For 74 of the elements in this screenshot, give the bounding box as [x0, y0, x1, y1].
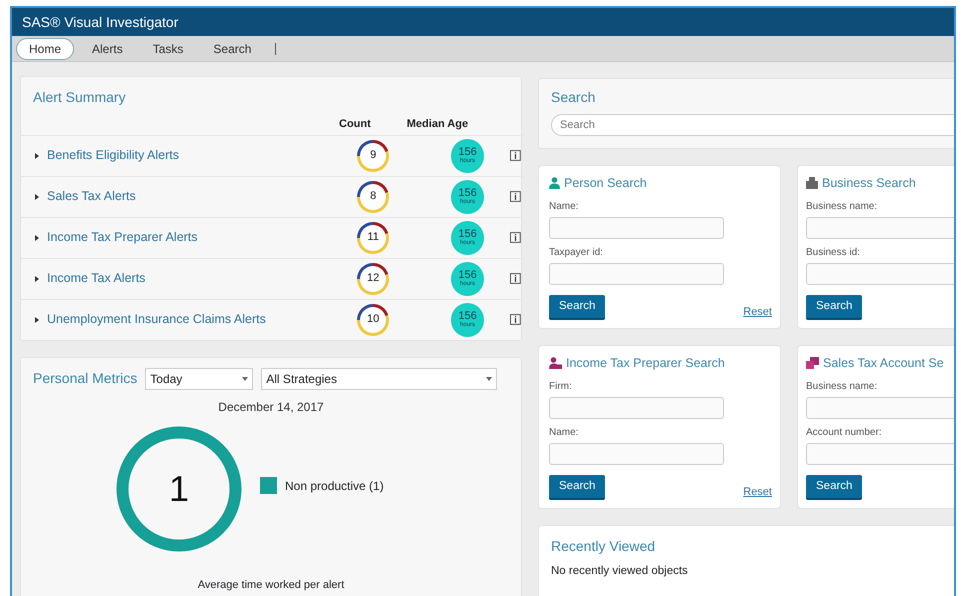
- strategy-dropdown[interactable]: All Strategies: [261, 368, 498, 390]
- field-label: Business id:: [806, 246, 861, 260]
- nav-tab[interactable]: Alerts: [80, 38, 135, 58]
- alert-link[interactable]: Unemployment Insurance Claims Alerts: [47, 310, 342, 329]
- input-field[interactable]: [549, 396, 724, 419]
- info-icon[interactable]: [510, 232, 522, 243]
- period-dropdown[interactable]: Today: [145, 368, 254, 390]
- card-title: Sales Tax Account Se: [823, 355, 944, 372]
- expand-icon[interactable]: [35, 194, 39, 200]
- person-icon: [549, 177, 560, 190]
- search-button[interactable]: Search: [549, 294, 606, 320]
- column-header: Median Age: [406, 117, 468, 132]
- reset-link[interactable]: Reset: [743, 304, 772, 320]
- panel-title: Search: [551, 88, 596, 107]
- person-briefcase-icon: [549, 357, 562, 370]
- count-ring: 11: [357, 222, 389, 254]
- age-value: 156: [458, 311, 477, 322]
- expand-icon[interactable]: [35, 152, 39, 158]
- expand-icon[interactable]: [35, 234, 39, 240]
- info-icon[interactable]: [510, 314, 522, 325]
- card-title: Person Search: [564, 175, 647, 192]
- input-field[interactable]: [806, 396, 954, 419]
- search-button[interactable]: Search: [549, 474, 606, 500]
- count-ring: 12: [357, 262, 389, 294]
- panel-title: Alert Summary: [32, 88, 127, 107]
- age-value: 156: [458, 188, 477, 199]
- input-field[interactable]: [806, 442, 954, 465]
- alert-link[interactable]: Income Tax Alerts: [47, 269, 342, 288]
- info-icon[interactable]: [510, 191, 522, 202]
- column-header: Count: [339, 117, 371, 132]
- donut-center-value: 1: [168, 466, 190, 510]
- info-icon[interactable]: [510, 150, 522, 161]
- info-icon[interactable]: [510, 273, 522, 284]
- window-title: SAS® Visual Investigator: [12, 8, 954, 36]
- count-ring: 10: [357, 304, 389, 336]
- alert-link[interactable]: Sales Tax Alerts: [47, 187, 342, 206]
- legend-label: Non productive (1): [285, 478, 384, 494]
- nav-tab[interactable]: Tasks: [140, 38, 196, 58]
- input-field[interactable]: [549, 216, 724, 239]
- field-label: Firm:: [549, 380, 573, 394]
- field-label: Business name:: [806, 380, 878, 394]
- panel-title: Personal Metrics: [33, 369, 138, 388]
- field-label: Name:: [549, 200, 580, 214]
- nav-tab[interactable]: Search: [201, 38, 264, 58]
- alert-link[interactable]: Income Tax Preparer Alerts: [47, 228, 342, 247]
- date-label: December 14, 2017: [218, 398, 324, 416]
- age-value: 156: [458, 270, 477, 281]
- empty-message: No recently viewed objects: [551, 564, 689, 579]
- expand-icon[interactable]: [35, 276, 39, 282]
- alert-link[interactable]: Benefits Eligibility Alerts: [47, 146, 342, 165]
- field-label: Business name:: [806, 200, 878, 214]
- age-value: 156: [458, 147, 477, 158]
- input-field[interactable]: [549, 262, 724, 285]
- reset-link[interactable]: Reset: [743, 484, 772, 500]
- field-label: Taxpayer id:: [549, 246, 604, 260]
- input-field[interactable]: [806, 216, 954, 239]
- card-title: Business Search: [822, 175, 916, 192]
- count-ring: 9: [357, 140, 389, 172]
- field-label: Name:: [549, 426, 580, 440]
- documents-icon: [806, 357, 819, 370]
- expand-icon[interactable]: [35, 316, 39, 322]
- search-button[interactable]: Search: [806, 474, 862, 500]
- building-icon: [806, 177, 818, 190]
- age-value: 156: [458, 229, 477, 240]
- search-field[interactable]: Search: [551, 114, 954, 136]
- card-title: Income Tax Preparer Search: [566, 355, 725, 372]
- chart-caption: Average time worked per alert: [198, 578, 344, 590]
- input-field[interactable]: [549, 442, 724, 465]
- field-label: Account number:: [806, 426, 883, 440]
- input-field[interactable]: [806, 262, 954, 285]
- nav-tab[interactable]: Home: [16, 38, 74, 60]
- panel-title: Recently Viewed: [551, 537, 656, 556]
- search-button[interactable]: Search: [806, 294, 862, 320]
- count-ring: 8: [357, 180, 389, 212]
